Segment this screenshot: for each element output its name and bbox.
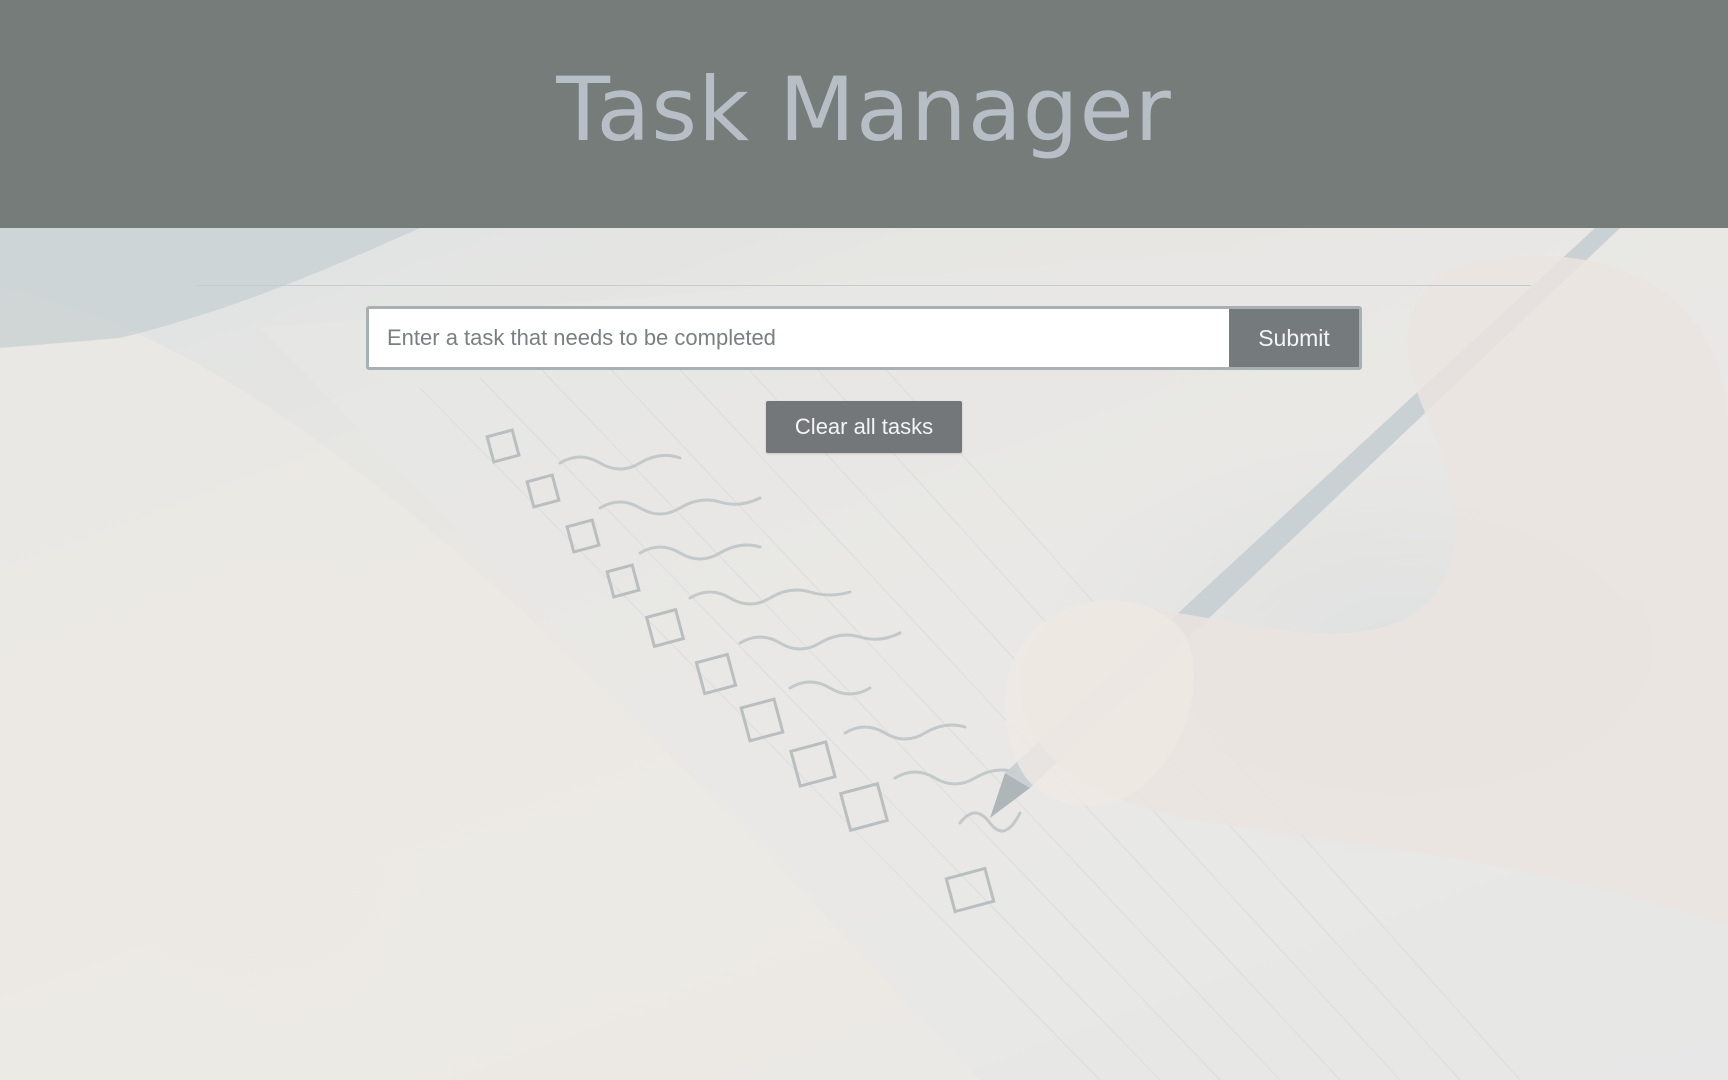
submit-button[interactable]: Submit	[1229, 309, 1359, 367]
task-form: Submit	[366, 306, 1362, 370]
page-title: Task Manager	[556, 57, 1172, 161]
task-input[interactable]	[369, 309, 1229, 367]
divider	[197, 285, 1531, 286]
app-header: Task Manager	[0, 0, 1728, 228]
page: Task Manager Submit Clear all tasks	[0, 0, 1728, 1080]
clear-all-tasks-button[interactable]: Clear all tasks	[766, 401, 962, 453]
